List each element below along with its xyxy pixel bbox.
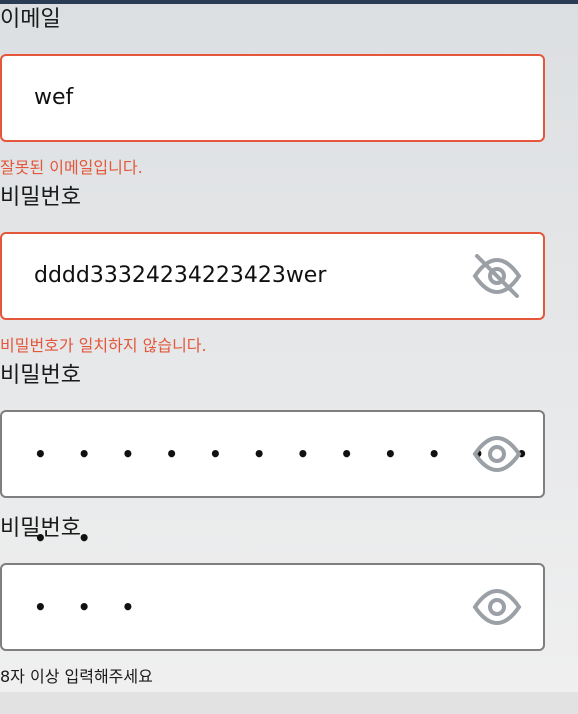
eye-off-icon[interactable]: [471, 254, 523, 298]
password-field[interactable]: dddd33324234223423wer: [0, 232, 545, 320]
email-value: wef: [34, 85, 74, 110]
eye-icon[interactable]: [471, 585, 523, 629]
password-extra-field[interactable]: • • •: [0, 563, 545, 651]
password-extra-label: 비밀번호: [0, 516, 81, 541]
password-confirm-label: 비밀번호: [0, 363, 81, 388]
password-value: dddd33324234223423wer: [34, 263, 327, 288]
password-confirm-value: • • • • • • • • • • • • • •: [34, 442, 540, 550]
eye-icon[interactable]: [471, 432, 523, 476]
signup-form: 이메일 wef 잘못된 이메일입니다. 비밀번호 dddd33324234223…: [0, 0, 578, 692]
email-error: 잘못된 이메일입니다.: [0, 158, 143, 177]
password-label: 비밀번호: [0, 185, 81, 210]
password-error: 비밀번호가 일치하지 않습니다.: [0, 336, 207, 355]
email-field[interactable]: wef: [0, 54, 545, 142]
password-hint: 8자 이상 입력해주세요: [0, 667, 153, 686]
email-label: 이메일: [0, 7, 61, 32]
password-confirm-field[interactable]: • • • • • • • • • • • • • •: [0, 410, 545, 550]
password-extra-value: • • •: [34, 595, 147, 619]
bottom-bar: [0, 692, 578, 714]
